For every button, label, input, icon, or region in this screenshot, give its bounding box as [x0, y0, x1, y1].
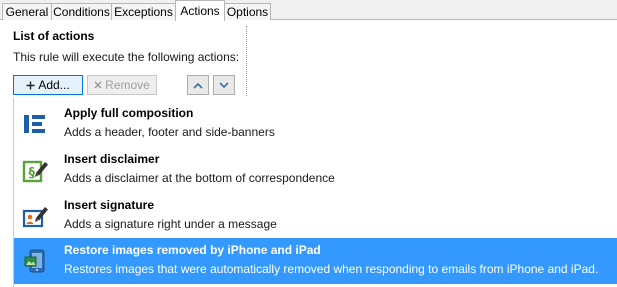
add-button-label: Add...: [38, 78, 70, 92]
action-title: Apply full composition: [64, 106, 194, 120]
chevron-down-icon: [219, 81, 229, 89]
tab-strip: General Conditions Exceptions Actions Op…: [0, 0, 617, 21]
composition-icon: [22, 111, 50, 137]
signature-icon: [22, 203, 50, 229]
tab-actions[interactable]: Actions: [175, 0, 225, 21]
action-description: Adds a disclaimer at the bottom of corre…: [64, 171, 335, 185]
restore-images-icon: [22, 248, 50, 274]
action-item-signature[interactable]: Insert signature Adds a signature right …: [14, 193, 617, 239]
tab-options[interactable]: Options: [224, 3, 271, 20]
remove-button[interactable]: Remove: [87, 75, 157, 95]
action-title: Insert disclaimer: [64, 152, 160, 166]
action-description: Restores images that were automatically …: [64, 262, 599, 276]
action-description: Adds a header, footer and side-banners: [64, 125, 275, 139]
section-title: List of actions: [13, 29, 95, 43]
move-down-button[interactable]: [213, 75, 235, 95]
action-item-composition[interactable]: Apply full composition Adds a header, fo…: [14, 101, 617, 147]
action-title: Restore images removed by iPhone and iPa…: [64, 243, 321, 257]
chevron-up-icon: [193, 82, 203, 89]
move-up-button[interactable]: [187, 75, 209, 95]
action-title: Insert signature: [64, 198, 155, 212]
tab-conditions[interactable]: Conditions: [51, 3, 112, 20]
action-description: Adds a signature right under a message: [64, 217, 277, 231]
action-item-restore-images[interactable]: Restore images removed by iPhone and iPa…: [14, 238, 617, 284]
action-item-disclaimer[interactable]: § Insert disclaimer Adds a disclaimer at…: [14, 147, 617, 193]
remove-x-icon: [94, 81, 102, 89]
actions-list: Apply full composition Adds a header, fo…: [13, 98, 617, 287]
tab-exceptions[interactable]: Exceptions: [111, 3, 176, 20]
section-subtitle: This rule will execute the following act…: [13, 50, 240, 64]
vertical-divider: [246, 26, 247, 96]
remove-button-label: Remove: [105, 78, 150, 92]
add-button[interactable]: Add...: [13, 75, 83, 95]
tab-general[interactable]: General: [2, 3, 52, 20]
actions-panel: List of actions This rule will execute t…: [0, 20, 617, 287]
disclaimer-icon: §: [22, 157, 50, 183]
svg-text:§: §: [29, 166, 36, 181]
plus-icon: [26, 81, 35, 90]
